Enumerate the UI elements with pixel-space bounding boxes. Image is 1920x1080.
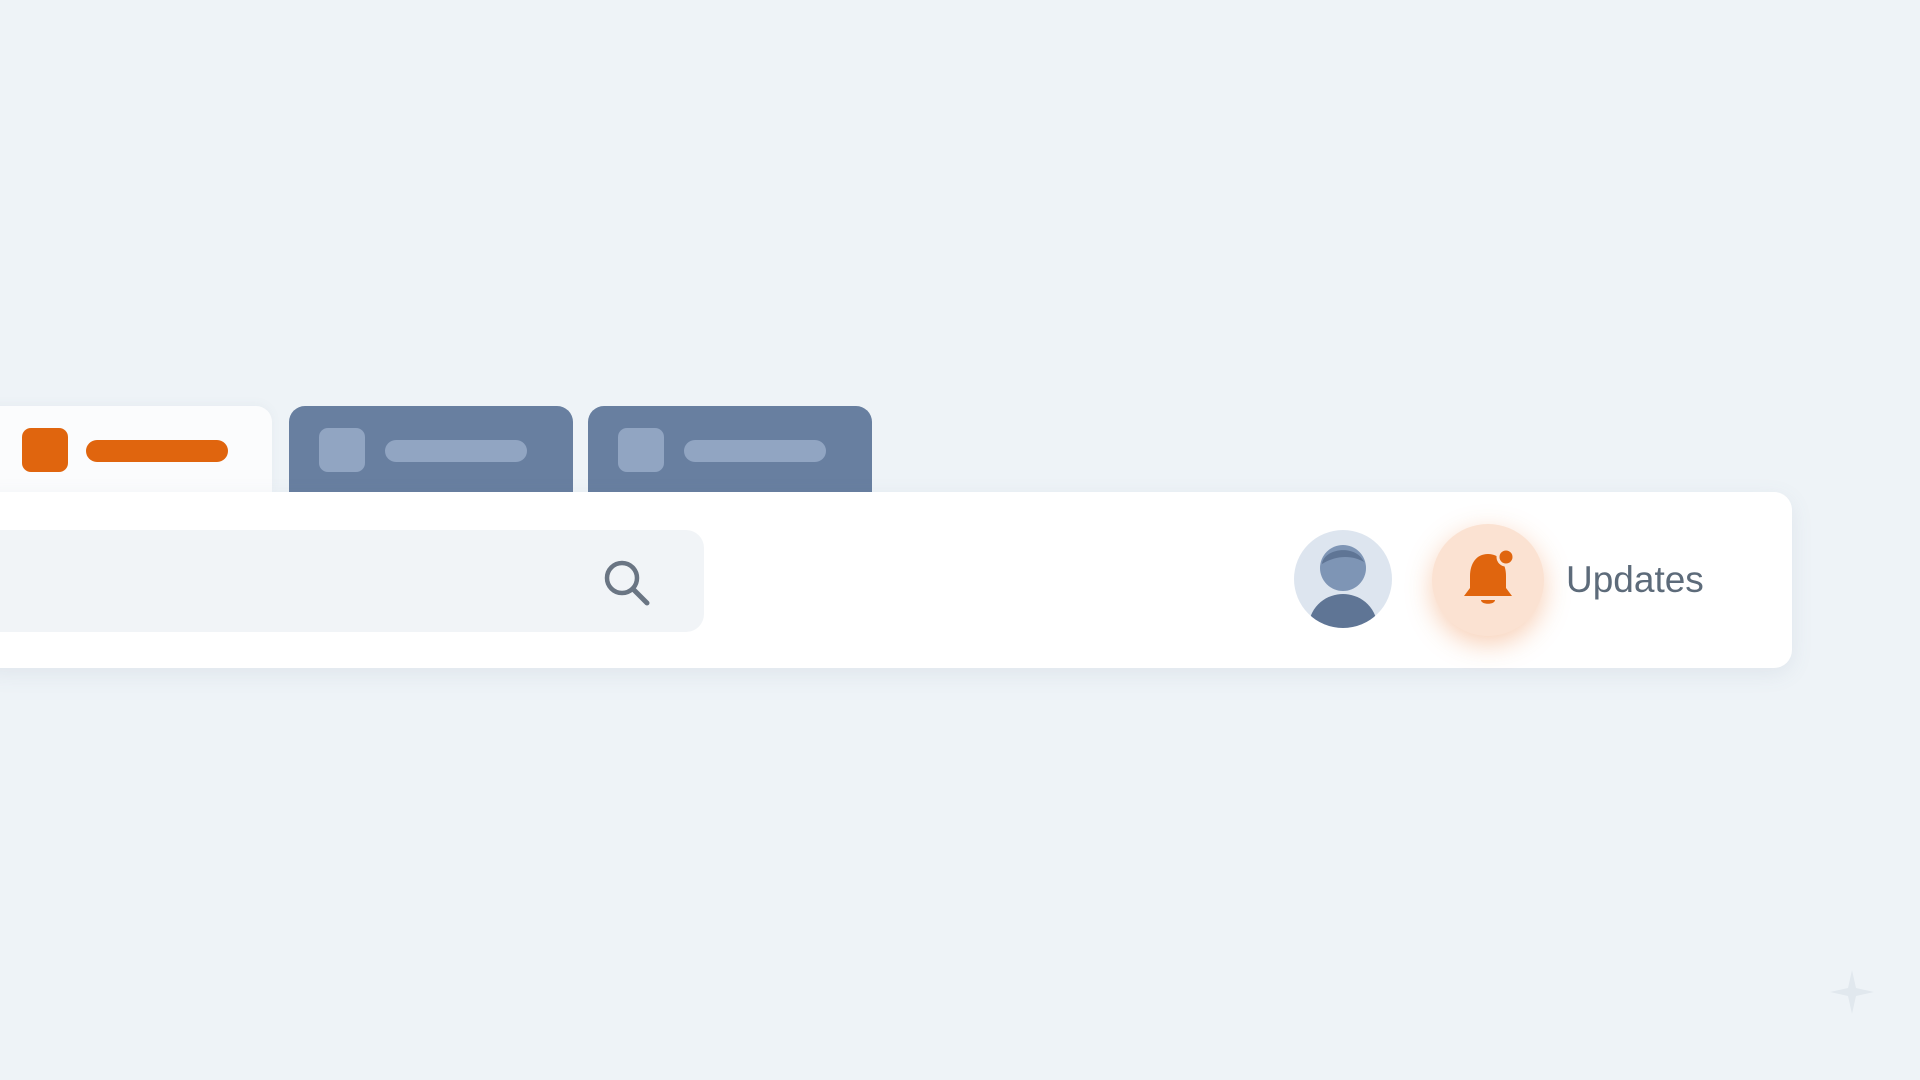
- tab-label-placeholder: [86, 440, 228, 462]
- bell-icon: [1464, 548, 1516, 604]
- search-input[interactable]: [10, 530, 570, 632]
- search-box: [0, 530, 704, 632]
- toolbar: Updates: [0, 492, 1792, 668]
- tab-1-active[interactable]: [0, 406, 272, 492]
- tab-label-placeholder: [684, 440, 826, 462]
- user-avatar[interactable]: [1294, 530, 1392, 628]
- user-avatar-icon: [1308, 545, 1378, 628]
- search-icon[interactable]: [600, 556, 654, 610]
- updates-label[interactable]: Updates: [1566, 556, 1704, 604]
- tab-square-icon: [618, 428, 664, 472]
- tab-square-icon: [319, 428, 365, 472]
- sparkle-icon: [1830, 970, 1874, 1014]
- tab-square-icon: [22, 428, 68, 472]
- tab-2[interactable]: [289, 406, 573, 492]
- tab-label-placeholder: [385, 440, 527, 462]
- notifications-button[interactable]: [1432, 524, 1544, 636]
- tab-3[interactable]: [588, 406, 872, 492]
- unread-dot: [1496, 548, 1516, 567]
